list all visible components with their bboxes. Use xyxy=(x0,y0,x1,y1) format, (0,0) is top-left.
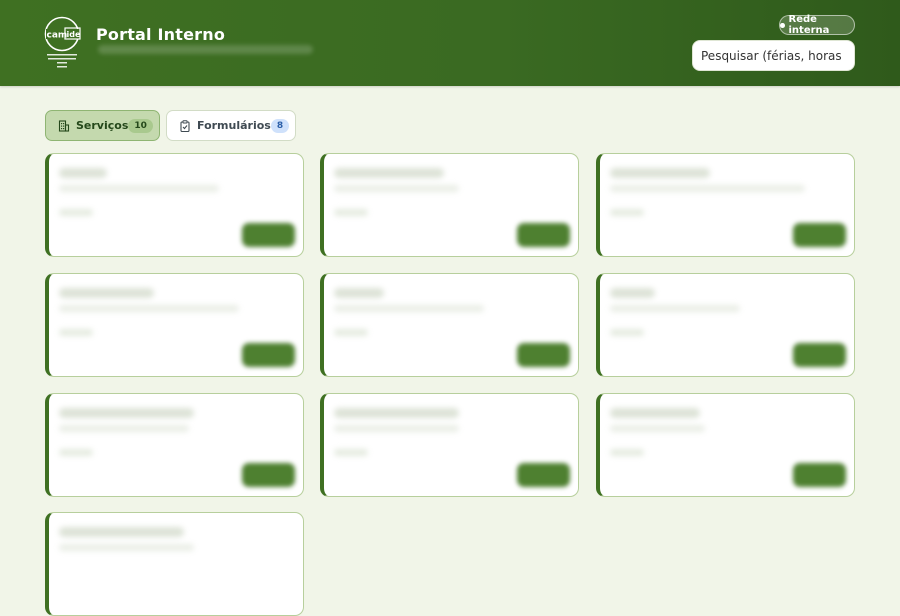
card-open-button[interactable] xyxy=(242,223,295,247)
redacted-card-title xyxy=(334,288,384,298)
tab-label: Formulários xyxy=(197,119,271,132)
card-open-button[interactable] xyxy=(517,463,570,487)
redacted-card-description xyxy=(610,185,805,192)
redacted-card-title xyxy=(334,408,459,418)
card-open-button[interactable] xyxy=(242,463,295,487)
redacted-card-title xyxy=(610,168,710,178)
app-header: cam ide Portal Interno Rede interna xyxy=(0,0,900,86)
building-icon xyxy=(58,119,70,132)
service-card[interactable] xyxy=(320,273,579,377)
service-card[interactable] xyxy=(320,393,579,497)
redacted-card-meta xyxy=(610,329,644,336)
redacted-card-meta xyxy=(59,209,93,216)
network-status-label: Rede interna xyxy=(788,14,830,36)
redacted-card-meta xyxy=(59,329,93,336)
card-open-button[interactable] xyxy=(517,343,570,367)
svg-text:cam: cam xyxy=(47,31,68,41)
service-card[interactable] xyxy=(45,393,304,497)
redacted-card-title xyxy=(59,168,107,178)
service-card[interactable] xyxy=(596,273,855,377)
service-card[interactable] xyxy=(320,153,579,257)
redacted-card-meta xyxy=(610,209,644,216)
redacted-card-meta xyxy=(334,449,368,456)
redacted-card-title xyxy=(610,288,655,298)
redacted-card-description xyxy=(59,544,194,551)
tab-label: Serviços xyxy=(76,119,129,132)
redacted-card-meta xyxy=(334,209,368,216)
network-status-badge: Rede interna xyxy=(779,14,855,36)
status-dot-icon xyxy=(780,22,785,28)
redacted-card-description xyxy=(59,185,219,192)
redacted-card-description xyxy=(610,425,705,432)
redacted-card-description xyxy=(334,425,459,432)
page-title: Portal Interno xyxy=(96,25,226,44)
card-open-button[interactable] xyxy=(242,343,295,367)
clipboard-icon xyxy=(179,119,191,132)
service-card[interactable] xyxy=(45,273,304,377)
redacted-card-title xyxy=(59,288,154,298)
service-card[interactable] xyxy=(596,393,855,497)
redacted-card-title xyxy=(334,168,444,178)
tab-count-badge: 8 xyxy=(270,118,290,133)
search-box[interactable] xyxy=(692,40,855,71)
redacted-card-description xyxy=(59,305,239,312)
tab-count-badge: 10 xyxy=(128,118,153,133)
tab-formularios[interactable]: Formulários 8 xyxy=(166,110,296,141)
redacted-card-meta xyxy=(59,449,93,456)
service-card[interactable] xyxy=(45,512,304,616)
redacted-card-meta xyxy=(610,449,644,456)
card-open-button[interactable] xyxy=(793,463,846,487)
service-card[interactable] xyxy=(45,153,304,257)
service-card[interactable] xyxy=(596,153,855,257)
redacted-card-title xyxy=(59,527,184,537)
search-input[interactable] xyxy=(693,41,854,70)
card-open-button[interactable] xyxy=(517,223,570,247)
redacted-card-meta xyxy=(334,329,368,336)
redacted-card-description xyxy=(610,305,740,312)
card-open-button[interactable] xyxy=(793,343,846,367)
card-open-button[interactable] xyxy=(793,223,846,247)
tab-servicos[interactable]: Serviços 10 xyxy=(45,110,160,141)
svg-text:ide: ide xyxy=(67,30,81,39)
redacted-card-description xyxy=(334,305,484,312)
redacted-card-title xyxy=(59,408,194,418)
redacted-card-description xyxy=(334,185,459,192)
junta-freguesia-logo: cam ide xyxy=(44,16,82,70)
redacted-card-description xyxy=(59,425,189,432)
redacted-subtitle xyxy=(98,45,313,54)
redacted-card-title xyxy=(610,408,700,418)
